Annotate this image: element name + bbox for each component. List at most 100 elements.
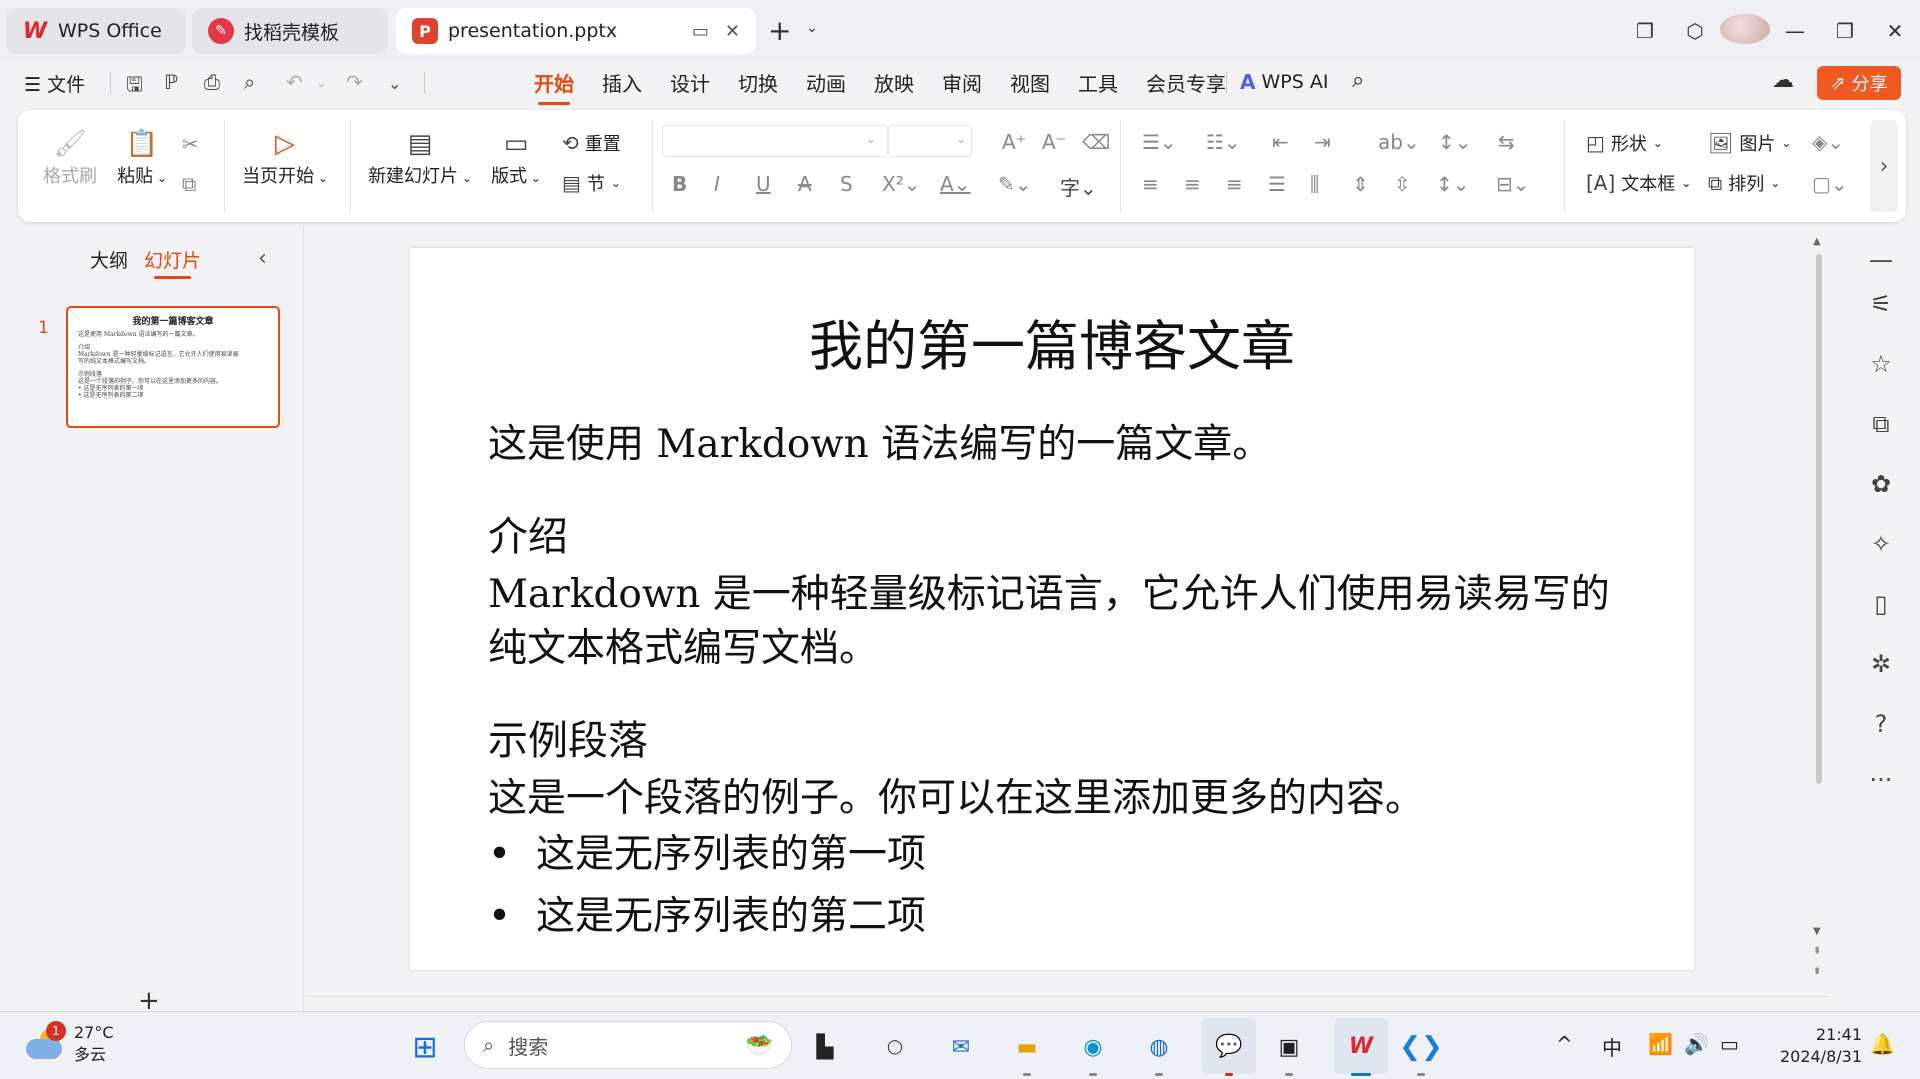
scroll-down-icon[interactable]: ▼ (1813, 926, 1821, 937)
wps-ai-button[interactable]: A WPS AI (1240, 70, 1328, 94)
convert-smartart-icon[interactable]: ⇆ (1498, 130, 1515, 154)
scrollbar-thumb[interactable] (1816, 254, 1822, 784)
tab-daoke-templates[interactable]: ✎ 找稻壳模板 (192, 8, 388, 54)
maximize-icon[interactable]: ❐ (1820, 19, 1870, 43)
increase-indent-icon[interactable]: ⇥ (1314, 130, 1331, 154)
network-app-icon[interactable]: ◍ (1138, 1026, 1180, 1068)
restore-window-icon[interactable]: ❐ (1620, 19, 1670, 43)
highlight-icon[interactable]: ✎⌄ (998, 172, 1032, 196)
wifi-icon[interactable]: 📶 (1648, 1032, 1673, 1056)
collapse-panel-icon[interactable]: ‹ (258, 246, 267, 271)
properties-icon[interactable]: ⚟ (1866, 290, 1896, 318)
slide-page[interactable]: 我的第一篇博客文章 这是使用 Markdown 语法编写的一篇文章。 介绍 Ma… (410, 248, 1694, 970)
bullet-list-icon[interactable]: ☰⌄ (1142, 130, 1177, 154)
edge-browser-icon[interactable]: ◉ (1072, 1026, 1114, 1068)
minimize-icon[interactable]: — (1770, 19, 1820, 43)
cube-icon[interactable]: ⬡ (1670, 19, 1720, 43)
more-quick-access-icon[interactable]: ⌄ (388, 74, 401, 93)
close-window-icon[interactable]: ✕ (1870, 19, 1920, 43)
cloud-upload-icon[interactable]: ☁ (1772, 68, 1794, 93)
file-explorer-icon[interactable]: ▬ (1006, 1026, 1048, 1068)
battery-icon[interactable]: ▭ (1720, 1032, 1739, 1056)
outline-color-icon[interactable]: ▢⌄ (1812, 172, 1848, 196)
decrease-font-icon[interactable]: A⁻ (1042, 130, 1066, 154)
screen-icon[interactable]: ▭ (692, 21, 709, 42)
wps-taskbar-icon[interactable]: W (1334, 1018, 1388, 1074)
design-icon[interactable]: ✿ (1866, 470, 1896, 498)
arrange-button[interactable]: ⧉ 排列 ⌄ (1708, 170, 1780, 196)
spacing-options-icon[interactable]: ↕⌄ (1436, 172, 1470, 196)
sort-icon[interactable]: ↕⌄ (1438, 130, 1472, 154)
notes-pane[interactable] (305, 996, 1828, 1011)
italic-icon[interactable]: I (714, 172, 720, 196)
shadow-text-icon[interactable]: S (840, 172, 853, 196)
chevron-down-icon[interactable]: ⌄ (316, 76, 326, 90)
convert-icon[interactable]: ⧉ (1866, 410, 1896, 438)
underline-icon[interactable]: U (756, 172, 771, 196)
align-right-icon[interactable]: ≡ (1226, 172, 1243, 196)
bold-icon[interactable]: B (672, 172, 687, 196)
format-painter-button[interactable]: 🖌 格式刷 (42, 126, 98, 188)
paste-button[interactable]: 📋 粘贴 ⌄ (112, 126, 172, 188)
layout-button[interactable]: ▭ 版式 ⌄ (488, 126, 544, 188)
share-button[interactable]: ⇗ 分享 (1817, 66, 1901, 100)
print-preview-icon[interactable]: ⌕ (244, 70, 255, 94)
strikethrough-icon[interactable]: A (798, 172, 812, 196)
clear-format-icon[interactable]: ⌫ (1082, 130, 1110, 154)
tab-presentation[interactable]: P presentation.pptx ▭ ✕ (396, 8, 756, 54)
wechat-icon[interactable]: 💬 (1202, 1018, 1256, 1074)
font-family-select[interactable] (662, 125, 888, 157)
mail-icon[interactable]: ✉ (940, 1026, 982, 1068)
magic-icon[interactable]: ✧ (1866, 530, 1896, 558)
slide-body[interactable]: 这是使用 Markdown 语法编写的一篇文章。 介绍 Markdown 是一种… (488, 418, 1618, 952)
notification-bell-icon[interactable]: 🔔 (1870, 1032, 1895, 1056)
tab-home[interactable]: 开始 (534, 68, 574, 105)
tab-transitions[interactable]: 切换 (738, 68, 778, 103)
reset-button[interactable]: ⟲ 重置 (562, 130, 621, 156)
chevron-down-icon[interactable]: ⌄ (806, 20, 818, 36)
tab-insert[interactable]: 插入 (602, 68, 642, 103)
tab-tools[interactable]: 工具 (1078, 68, 1118, 103)
copy-icon[interactable]: ⧉ (182, 172, 196, 196)
previous-slide-icon[interactable]: ⇞ (1813, 946, 1821, 957)
terminal-icon[interactable]: ▣ (1268, 1026, 1310, 1068)
tab-outline[interactable]: 大纲 (90, 246, 128, 273)
user-avatar[interactable] (1720, 13, 1770, 49)
scroll-up-icon[interactable]: ▲ (1813, 236, 1821, 247)
new-tab-icon[interactable]: + (768, 14, 791, 47)
text-direction-icon[interactable]: ab⌄ (1378, 130, 1420, 154)
section-button[interactable]: ▤ 节 ⌄ (562, 170, 621, 196)
tab-wps-office[interactable]: W WPS Office (6, 8, 186, 54)
system-clock[interactable]: 21:41 2024/8/31 (1770, 1024, 1862, 1068)
new-slide-button[interactable]: ▤ 新建幻灯片 ⌄ (368, 126, 472, 188)
file-menu[interactable]: ☰ 文件 (24, 70, 85, 97)
textbox-button[interactable]: [A] 文本框 ⌄ (1586, 170, 1691, 196)
font-color-icon[interactable]: A⌄ (940, 172, 970, 196)
start-menu-icon[interactable]: ⊞ (404, 1026, 446, 1068)
tab-review[interactable]: 审阅 (942, 68, 982, 103)
help-icon[interactable]: ? (1866, 710, 1896, 738)
close-tab-icon[interactable]: ✕ (725, 21, 740, 42)
vertical-scrollbar[interactable]: ▲ ▼ ⇞ ⇟ (1810, 226, 1828, 1011)
redo-icon[interactable]: ↷ (346, 70, 363, 94)
fill-color-icon[interactable]: ◈⌄ (1812, 130, 1844, 154)
numbered-list-icon[interactable]: ☷⌄ (1206, 130, 1241, 154)
show-hidden-icons[interactable]: ^ (1556, 1032, 1573, 1056)
input-method[interactable]: 中 (1602, 1032, 1622, 1061)
justify-icon[interactable]: ☰ (1268, 172, 1286, 196)
paragraph-spacing-icon[interactable]: ⇳ (1394, 172, 1411, 196)
align-left-icon[interactable]: ≡ (1142, 172, 1159, 196)
decrease-indent-icon[interactable]: ⇤ (1272, 130, 1289, 154)
line-spacing-icon[interactable]: ⇕ (1352, 172, 1369, 196)
tab-design[interactable]: 设计 (670, 68, 710, 103)
align-center-icon[interactable]: ≡ (1184, 172, 1201, 196)
save-icon[interactable]: 🖫 (126, 70, 143, 104)
minus-icon[interactable]: — (1866, 246, 1896, 274)
tab-member[interactable]: 会员专享 (1146, 68, 1226, 103)
shape-button[interactable]: ◰ 形状 ⌄ (1586, 130, 1663, 156)
search-icon[interactable]: ⌕ (1352, 68, 1364, 93)
task-view-icon[interactable]: ▙ (804, 1026, 846, 1068)
weather-widget[interactable]: 1 27°C 多云 (26, 1021, 114, 1066)
text-align-vertical-icon[interactable]: ⊟⌄ (1496, 172, 1530, 196)
more-icon[interactable]: ··· (1866, 766, 1896, 794)
